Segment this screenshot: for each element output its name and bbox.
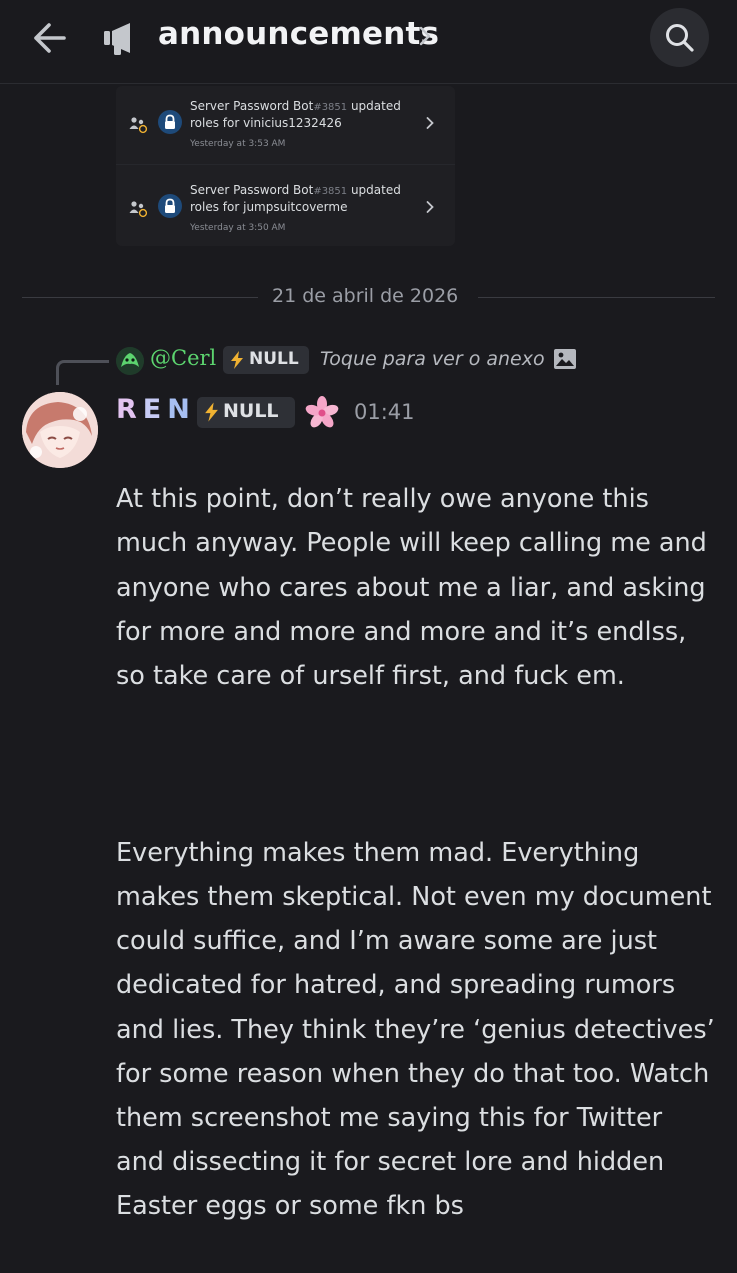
audit-log-entry[interactable]: Server Password Bot#3851 updated roles f… — [116, 170, 455, 246]
bot-name: Server Password Bot — [190, 99, 314, 113]
bot-discriminator: #3851 — [313, 186, 348, 197]
audit-log-entry[interactable]: Server Password Bot#3851 updated roles f… — [116, 86, 455, 162]
lock-icon — [158, 194, 182, 218]
embed-divider — [116, 164, 455, 165]
embed-action: updated — [347, 99, 401, 113]
search-icon — [666, 24, 694, 52]
channel-name[interactable]: announcements — [158, 16, 439, 52]
message-content[interactable]: At this point, don’t really owe anyone t… — [116, 433, 716, 1273]
reply-text[interactable]: Toque para ver o anexo — [320, 348, 545, 370]
message-timestamp: 01:41 — [354, 400, 415, 424]
bot-name: Server Password Bot — [190, 183, 314, 197]
lock-icon — [158, 110, 182, 134]
search-button[interactable] — [650, 8, 709, 67]
megaphone-icon — [100, 19, 140, 59]
date-divider-line-right — [478, 297, 715, 298]
embed-timestamp: Yesterday at 3:50 AM — [190, 223, 286, 233]
avatar[interactable] — [22, 392, 98, 468]
author-server-tag: NULL — [197, 397, 295, 428]
audit-log-embed: Server Password Bot#3851 updated roles f… — [116, 86, 455, 246]
embed-action: updated — [347, 183, 401, 197]
date-divider: 21 de abril de 2026 — [272, 285, 459, 307]
lightning-icon — [231, 351, 243, 369]
message-paragraph: Everything makes them mad. Everything ma… — [116, 837, 715, 1222]
author-letter: E — [142, 394, 168, 425]
message-paragraph: At this point, don’t really owe anyone t… — [116, 484, 707, 692]
channel-header: announcements — [0, 0, 737, 84]
author-letter: R — [116, 394, 143, 425]
roles-icon — [129, 117, 148, 134]
roles-icon — [129, 201, 148, 218]
reply-author[interactable]: @Cerl — [150, 346, 216, 370]
reply-avatar[interactable] — [116, 347, 144, 375]
cherry-blossom-icon — [305, 396, 339, 428]
lightning-icon — [205, 402, 218, 422]
embed-timestamp: Yesterday at 3:53 AM — [190, 139, 286, 149]
embed-target: roles for vinicius1232426 — [190, 116, 342, 130]
chevron-right-icon — [426, 201, 434, 213]
reply-connector — [56, 360, 109, 385]
arrow-left-icon — [34, 23, 66, 53]
tag-label: NULL — [249, 349, 299, 369]
embed-line-1: Server Password Bot#3851 updated — [190, 99, 401, 113]
image-icon — [554, 349, 576, 369]
bot-discriminator: #3851 — [313, 102, 348, 113]
chevron-right-icon — [426, 117, 434, 129]
embed-target: roles for jumpsuitcoverme — [190, 200, 348, 214]
reply-server-tag: NULL — [223, 346, 309, 374]
tag-label: NULL — [223, 400, 279, 422]
back-button[interactable] — [26, 18, 72, 58]
date-divider-line-left — [22, 297, 258, 298]
embed-line-1: Server Password Bot#3851 updated — [190, 183, 401, 197]
author-letter: N — [167, 394, 196, 425]
message-author[interactable]: REN — [116, 394, 196, 425]
chevron-right-icon[interactable] — [418, 24, 432, 48]
